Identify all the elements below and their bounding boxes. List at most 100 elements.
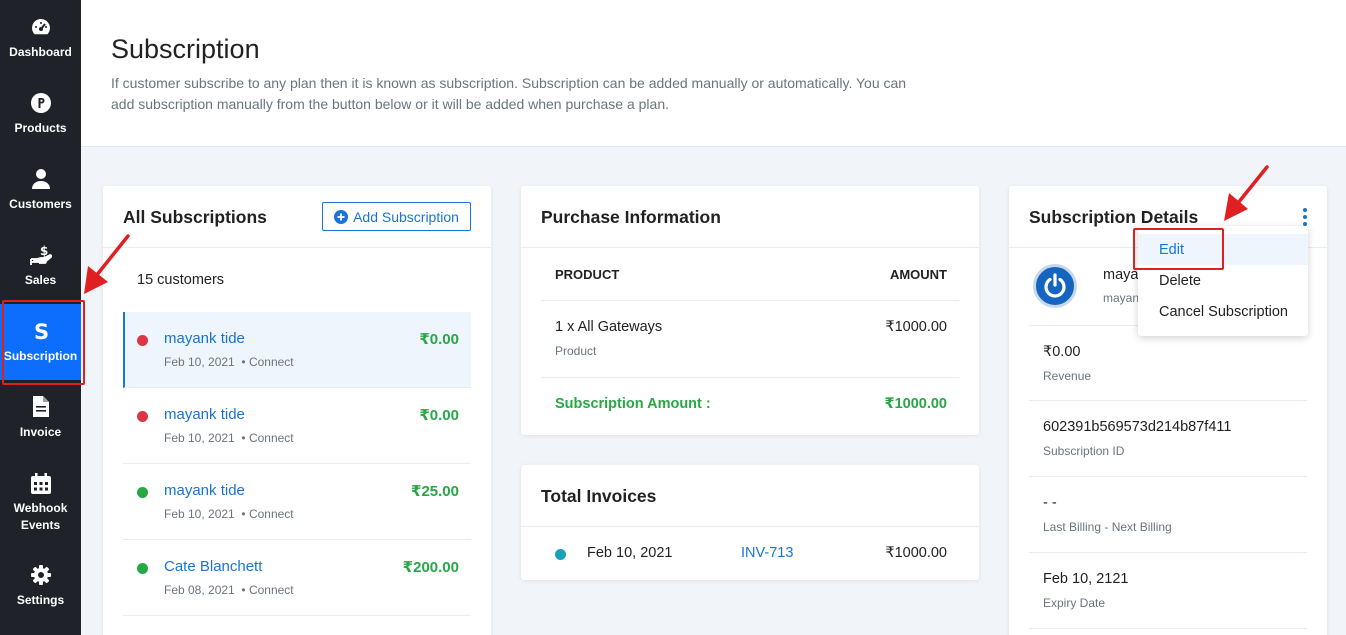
user-icon: [30, 168, 52, 190]
card-title: Subscription Details: [1029, 207, 1199, 227]
subscription-amount: ₹0.00: [419, 407, 459, 424]
card-title: Total Invoices: [541, 486, 657, 506]
subscription-source: • Connect: [241, 355, 294, 369]
arrow-icon: [84, 234, 130, 294]
sidebar-item-dashboard[interactable]: Dashboard: [0, 0, 81, 76]
add-subscription-label: Add Subscription: [353, 208, 459, 225]
products-icon: [30, 92, 52, 114]
dashboard-icon: [30, 16, 52, 38]
detail-value: ₹0.00: [1043, 344, 1081, 360]
kebab-dot: [1303, 208, 1307, 212]
kebab-dot: [1303, 215, 1307, 219]
subscription-meta: Feb 08, 2021 • Connect: [164, 583, 294, 597]
invoice-amount: ₹1000.00: [885, 545, 947, 561]
column-header-amount: AMOUNT: [889, 267, 947, 282]
invoice-link[interactable]: INV-713: [741, 545, 793, 561]
avatar: [1033, 264, 1077, 308]
column-header-product: PRODUCT: [555, 267, 620, 282]
subscription-row[interactable]: mayank tide Feb 10, 2021 • Connect ₹0.00: [123, 388, 471, 464]
subscription-meta: Feb 10, 2021 • Connect: [164, 507, 294, 521]
more-options-button[interactable]: [1301, 208, 1309, 226]
customer-count: 15 customers: [137, 272, 225, 288]
status-dot: [137, 487, 148, 498]
sidebar-item-sales[interactable]: $ Sales: [0, 228, 81, 304]
detail-label: Subscription ID: [1043, 444, 1125, 458]
table-row: 1 x All Gateways Product ₹1000.00: [541, 301, 959, 378]
card-title: All Subscriptions: [123, 207, 267, 227]
subscription-amount: ₹0.00: [419, 331, 459, 348]
detail-row-revenue: ₹0.00 Revenue: [1029, 325, 1307, 401]
sidebar-item-label: Sales: [24, 272, 57, 287]
sidebar-item-invoice[interactable]: Invoice: [0, 380, 81, 456]
page-description: If customer subscribe to any plan then i…: [111, 75, 907, 112]
subscription-meta: Feb 10, 2021 • Connect: [164, 355, 294, 369]
document-icon: [30, 396, 52, 418]
sales-icon: $: [29, 244, 52, 266]
subscription-amount-value: ₹1000.00: [884, 396, 947, 412]
sidebar-item-label: Customers: [9, 196, 72, 211]
menu-item-cancel-subscription[interactable]: Cancel Subscription: [1138, 296, 1308, 327]
subscription-amount-label: Subscription Amount :: [555, 396, 711, 412]
detail-label: Revenue: [1043, 369, 1092, 383]
subscription-date: Feb 10, 2021: [164, 507, 235, 521]
status-dot: [137, 411, 148, 422]
subscription-customer-name: mayank tide: [164, 330, 245, 347]
detail-row-expiry: Feb 10, 2121 Expiry Date: [1029, 553, 1307, 629]
detail-value: Feb 10, 2121: [1043, 571, 1129, 587]
detail-value: 602391b569573d214b87f411: [1043, 419, 1232, 435]
subscription-row[interactable]: Cate Blanchett Feb 08, 2021 • Connect ₹2…: [123, 540, 471, 616]
subscription-date: Feb 10, 2021: [164, 355, 235, 369]
product-name: 1 x All Gateways: [555, 319, 663, 335]
sidebar-item-label: Invoice: [19, 424, 62, 439]
detail-value: - -: [1043, 495, 1057, 511]
subscription-date: Feb 08, 2021: [164, 583, 235, 597]
add-subscription-button[interactable]: Add Subscription: [322, 202, 471, 231]
invoice-date: Feb 10, 2021: [587, 545, 673, 561]
sidebar-item-label: Webhook Events: [13, 501, 68, 532]
subscription-customer-name: Cate Blanchett: [164, 558, 263, 575]
card-header: Total Invoices: [521, 465, 979, 527]
subscription-row[interactable]: mayank tide Feb 10, 2021 • Connect ₹25.0…: [123, 464, 471, 540]
total-invoices-card: Total Invoices Feb 10, 2021 INV-713 ₹100…: [521, 465, 979, 580]
detail-row-billing: - - Last Billing - Next Billing: [1029, 477, 1307, 553]
arrow-icon: [1224, 165, 1269, 221]
status-dot: [137, 335, 148, 346]
all-subscriptions-card: All Subscriptions Add Subscription 15 cu…: [103, 186, 491, 635]
subscription-date: Feb 10, 2021: [164, 431, 235, 445]
card-title: Purchase Information: [541, 207, 721, 227]
highlight-box: [1133, 228, 1224, 270]
table-header: PRODUCT AMOUNT: [541, 248, 959, 301]
gear-icon: [30, 564, 52, 586]
subscription-amount: ₹25.00: [411, 483, 459, 500]
subscription-customer-name: mayank tide: [164, 482, 245, 499]
power-icon: [1044, 273, 1066, 298]
status-dot: [555, 549, 566, 560]
sidebar-item-settings[interactable]: Settings: [0, 548, 81, 624]
page-header: Subscription If customer subscribe to an…: [81, 0, 1346, 147]
plus-circle-icon: [334, 209, 349, 224]
subscription-customer-name: mayank tide: [164, 406, 245, 423]
product-type: Product: [555, 344, 597, 358]
calendar-icon: [30, 472, 52, 494]
detail-label: Expiry Date: [1043, 596, 1106, 610]
sidebar-item-label: Dashboard: [9, 44, 72, 59]
detail-label: Last Billing - Next Billing: [1043, 520, 1172, 534]
card-header: Purchase Information: [521, 186, 979, 248]
detail-row-subscription-id: 602391b569573d214b87f411 Subscription ID: [1029, 401, 1307, 477]
sidebar-item-label: Products: [14, 120, 67, 135]
sidebar-item-customers[interactable]: Customers: [0, 152, 81, 228]
subscription-amount: ₹200.00: [402, 559, 459, 576]
card-header: All Subscriptions Add Subscription: [103, 186, 491, 248]
subscription-source: • Connect: [241, 507, 294, 521]
subscription-source: • Connect: [241, 431, 294, 445]
subscription-row[interactable]: mayank tide Feb 10, 2021 • Connect ₹0.00: [123, 312, 471, 388]
purchase-information-card: Purchase Information PRODUCT AMOUNT 1 x …: [521, 186, 979, 435]
customer-email: mayan: [1103, 291, 1140, 305]
highlight-box: [2, 300, 85, 385]
sidebar-item-products[interactable]: Products: [0, 76, 81, 152]
status-dot: [137, 563, 148, 574]
sidebar-item-webhook-events[interactable]: Webhook Events: [0, 460, 81, 546]
page-title: Subscription: [111, 34, 260, 64]
sidebar-item-label: Settings: [16, 592, 65, 607]
product-amount: ₹1000.00: [885, 319, 947, 335]
